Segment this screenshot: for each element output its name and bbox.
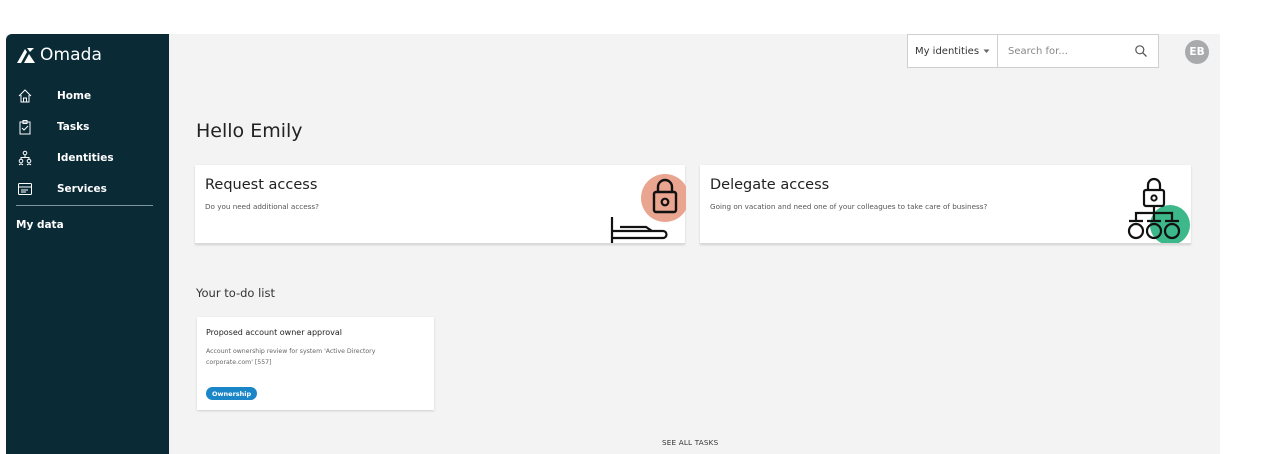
omada-logo-icon [17,48,35,63]
sidebar-divider [16,205,153,206]
sidebar-nav: Home Tasks Identities Services [6,80,169,204]
caret-down-icon [983,49,990,53]
brand-name: Omada [40,45,103,65]
org-chart-lock-icon [1127,177,1190,243]
identity-select[interactable]: My identities [907,34,998,68]
identity-select-value: My identities [914,45,980,57]
sidebar-item-home[interactable]: Home [6,80,169,111]
task-title: Proposed account owner approval [206,328,342,337]
sidebar-item-label: Services [57,182,107,195]
request-access-card[interactable]: Request access Do you need additional ac… [195,165,686,244]
sidebar-item-tasks[interactable]: Tasks [6,111,169,142]
sidebar-item-my-data[interactable]: My data [16,219,64,231]
sidebar-item-identities[interactable]: Identities [6,142,169,173]
task-card[interactable]: Proposed account owner approval Account … [197,317,434,410]
sidebar-item-label: Home [57,89,92,102]
avatar[interactable]: EB [1185,40,1209,64]
page-title: Hello Emily [196,120,303,142]
delegate-access-card[interactable]: Delegate access Going on vacation and ne… [700,165,1191,244]
sidebar: Omada Home Tasks Identities Services My … [6,34,169,454]
card-subtitle: Going on vacation and need one of your c… [710,202,988,211]
identities-icon [16,149,34,167]
search-icon[interactable] [1134,44,1148,58]
services-icon [16,180,34,198]
sidebar-item-services[interactable]: Services [6,173,169,204]
brand[interactable]: Omada [16,44,102,66]
lock-key-icon [610,174,686,243]
sidebar-item-label: Tasks [57,120,90,133]
task-description: Account ownership review for system 'Act… [206,348,376,366]
see-all-tasks-link[interactable]: SEE ALL TASKS [662,438,718,447]
app-window: Omada Home Tasks Identities Services My … [6,34,1220,454]
status-badge: Ownership [206,387,258,400]
card-title: Request access [205,177,318,193]
home-icon [16,87,34,105]
sidebar-item-label: Identities [57,151,114,164]
todo-heading: Your to-do list [196,286,275,300]
card-subtitle: Do you need additional access? [205,202,319,211]
search-input[interactable] [1008,45,1118,57]
clipboard-icon [16,118,34,136]
search-box [998,34,1159,68]
card-title: Delegate access [710,177,830,193]
